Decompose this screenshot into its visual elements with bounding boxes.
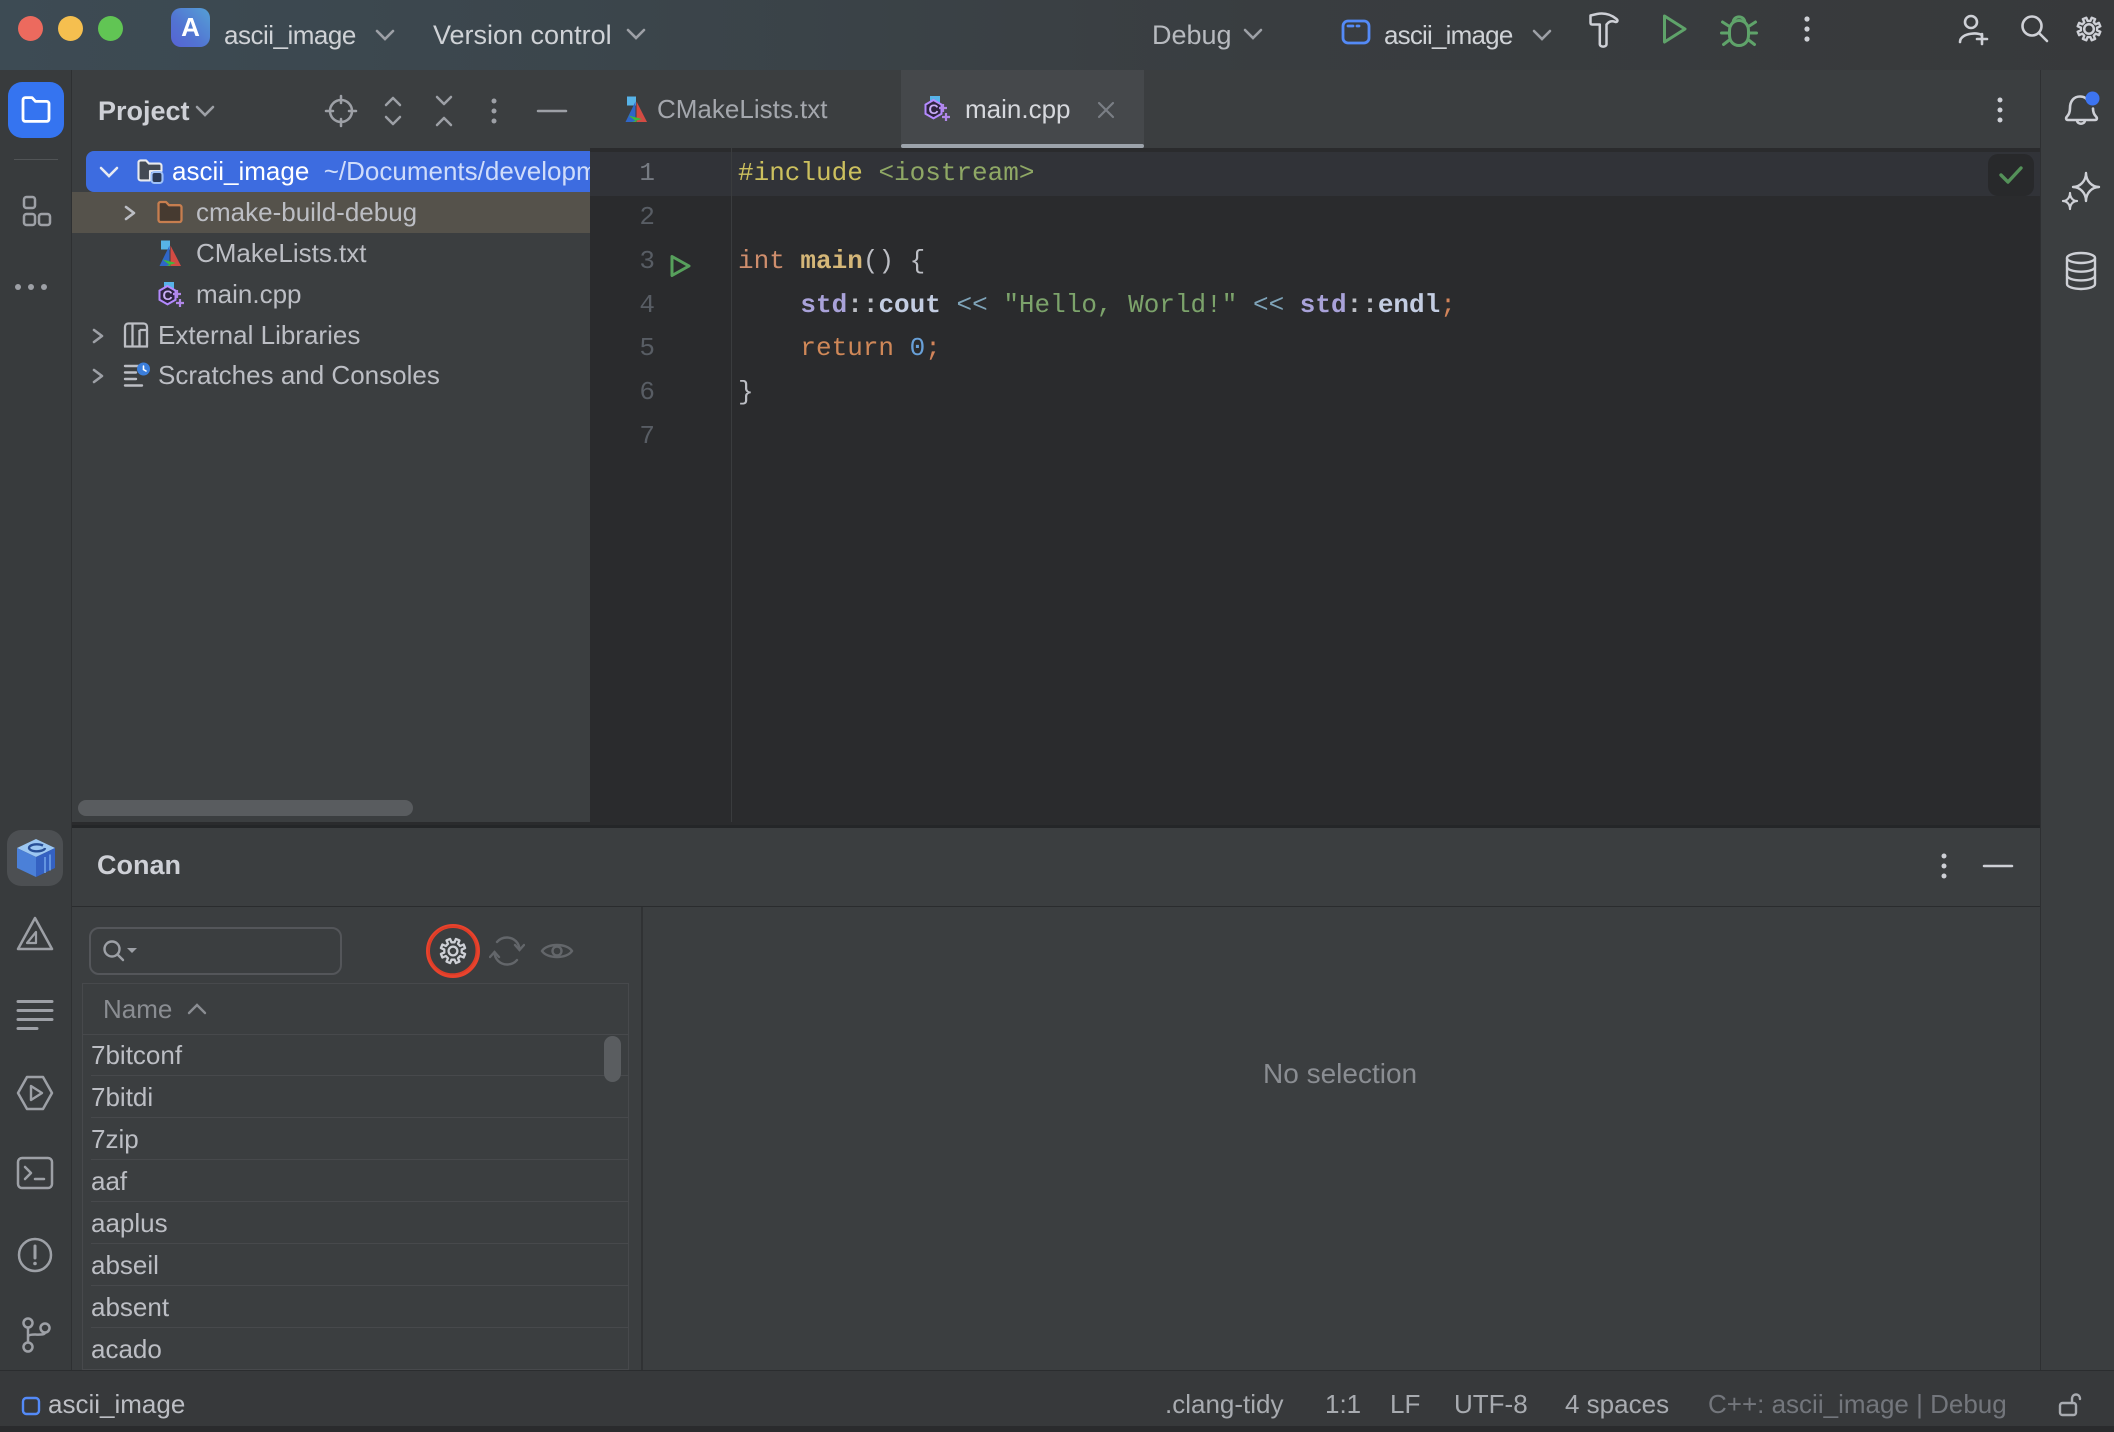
svg-text:C: C — [929, 101, 939, 117]
svg-text:C: C — [163, 287, 173, 303]
